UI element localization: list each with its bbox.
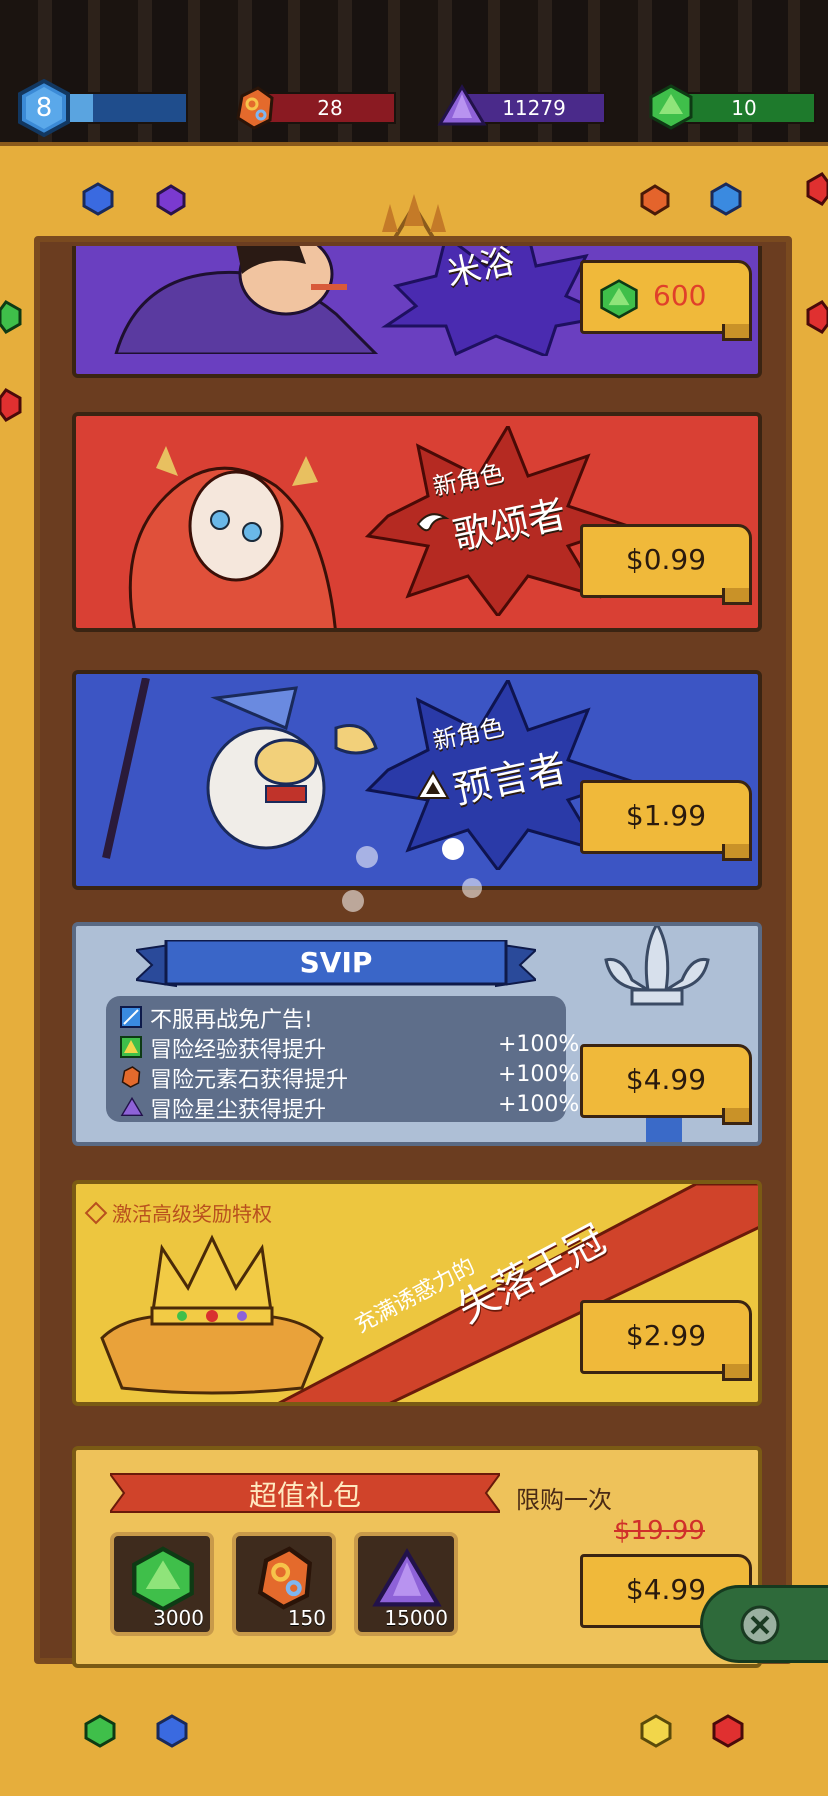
green-gem-icon <box>600 279 638 319</box>
price-button[interactable]: $0.99 <box>580 524 752 605</box>
character-portrait-image <box>114 246 379 354</box>
red-gem-icon <box>712 1714 744 1748</box>
svip-title: SVIP <box>299 946 373 979</box>
price-tag-ribbon <box>722 844 752 861</box>
gem-price-label: 600 <box>653 279 707 312</box>
purple-gem-icon <box>156 184 186 216</box>
price-label: $2.99 <box>625 1319 707 1352</box>
green-gem-icon <box>84 1714 116 1748</box>
red-gem-icon <box>806 300 828 334</box>
ore-icon <box>121 1066 141 1088</box>
purchase-limit-label: 限购一次 <box>516 1486 612 1514</box>
green-gem-icon <box>649 84 693 130</box>
fleur-de-lis-icon <box>604 926 710 1006</box>
price-tag-ribbon <box>722 324 752 341</box>
gem-price-button[interactable]: 600 <box>580 260 752 341</box>
price-button[interactable]: $2.99 <box>580 1300 752 1381</box>
prophet-class-icon <box>416 770 450 799</box>
bundle-item-count: 15000 <box>384 1606 448 1630</box>
bundle-title: 超值礼包 <box>248 1479 361 1512</box>
bubble-decoration <box>342 890 364 912</box>
resource-bar: 8 28 11279 10 <box>0 0 828 150</box>
stardust-icon <box>372 1548 442 1607</box>
bubble-decoration <box>442 838 464 860</box>
price-label: $1.99 <box>625 799 707 832</box>
bundle-item-ore: 150 <box>232 1532 336 1636</box>
level-number: 8 <box>35 93 53 123</box>
stardust-icon <box>437 84 487 126</box>
price-label: $4.99 <box>625 1063 707 1096</box>
benefit-label: 冒险经验获得提升 <box>150 1038 327 1063</box>
no-ads-icon <box>120 1006 142 1028</box>
green-gem-icon <box>0 300 22 334</box>
benefit-label: 冒险星尘获得提升 <box>150 1098 327 1123</box>
close-icon <box>740 1605 780 1645</box>
character-card-purple[interactable]: 米浴 600 <box>72 246 762 378</box>
yellow-gem-icon <box>640 1714 672 1748</box>
character-card-singer[interactable]: 新角色 歌颂者 $0.99 <box>72 412 762 632</box>
price-label: $0.99 <box>625 543 707 576</box>
ore-icon <box>236 86 274 130</box>
bubble-decoration <box>462 878 482 898</box>
close-button[interactable] <box>700 1585 828 1663</box>
price-label: $4.99 <box>625 1573 707 1606</box>
benefit-value: +100% <box>498 1092 580 1117</box>
blue-gem-icon <box>710 182 742 216</box>
benefit-value: +100% <box>498 1032 580 1057</box>
blue-gem-icon <box>156 1714 188 1748</box>
orange-gem-icon <box>640 184 670 216</box>
level-progress-bar <box>60 92 188 124</box>
benefit-label: 不服再战免广告! <box>150 1008 313 1033</box>
bundle-item-count: 150 <box>287 1606 326 1630</box>
exp-boost-icon <box>120 1036 142 1058</box>
red-gem-icon <box>0 388 22 422</box>
crown-on-pillow-image <box>100 1234 324 1395</box>
benefit-value: +100% <box>498 1062 580 1087</box>
bundle-item-gems: 3000 <box>110 1532 214 1636</box>
lost-crown-card[interactable]: 激活高级奖励特权 充满诱惑力的 失落王冠 $2.99 <box>72 1180 762 1406</box>
price-button[interactable]: $1.99 <box>580 780 752 861</box>
red-gem-icon <box>806 172 828 206</box>
price-tag-ribbon <box>722 588 752 605</box>
benefit-label: 冒险元素石获得提升 <box>150 1068 349 1093</box>
blue-gem-icon <box>82 182 114 216</box>
value-bundle-card[interactable]: 超值礼包 限购一次 $19.99 3000 150 15000 $4.99 <box>72 1446 762 1668</box>
price-tag-ribbon <box>722 1108 752 1125</box>
original-price: $19.99 <box>614 1516 705 1546</box>
ore-value: 28 <box>264 92 396 124</box>
bundle-item-count: 3000 <box>153 1606 204 1630</box>
character-card-prophet[interactable]: 新角色 预言者 $1.99 <box>72 670 762 890</box>
ore-icon <box>257 1546 313 1610</box>
svip-card[interactable]: SVIP 不服再战免广告! 冒险经验获得提升 +100% 冒险元素石获得提升 +… <box>72 922 762 1146</box>
character-portrait-image <box>128 446 337 628</box>
bundle-item-stardust: 15000 <box>354 1532 458 1636</box>
green-gem-icon <box>132 1546 194 1612</box>
singer-class-icon <box>416 513 450 532</box>
svip-benefit-list: 不服再战免广告! 冒险经验获得提升 +100% 冒险元素石获得提升 +100% … <box>106 996 579 1123</box>
svip-price-button[interactable]: $4.99 <box>580 1044 752 1125</box>
price-tag-ribbon <box>722 1364 752 1381</box>
bubble-decoration <box>356 846 378 868</box>
stardust-icon <box>120 1096 144 1116</box>
